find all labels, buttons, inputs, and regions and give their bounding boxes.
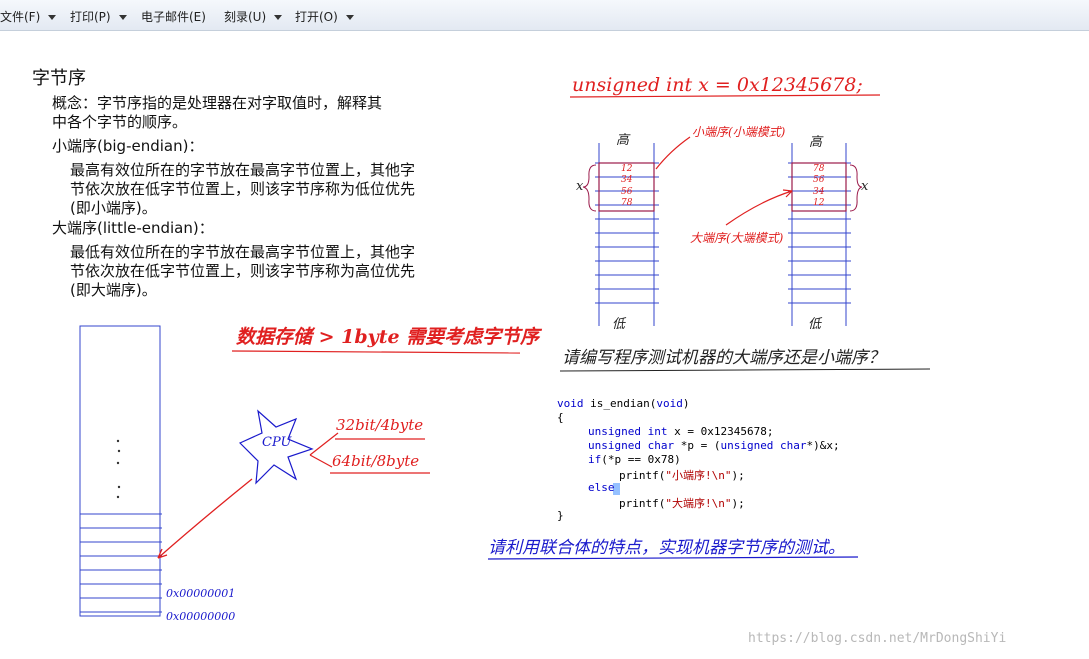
arrow-small-label bbox=[655, 136, 691, 170]
brace-left bbox=[582, 164, 597, 212]
code-line-2: { bbox=[557, 411, 564, 424]
ink-left-cell-2: 56 bbox=[621, 187, 633, 197]
ink-question: 请编写程序测试机器的大端序还是小端序？ bbox=[562, 348, 885, 368]
ink-32bit: 32bit/4byte bbox=[336, 416, 424, 434]
menu-email[interactable]: 电子邮件(E) bbox=[141, 8, 206, 25]
slide-canvas: 字节序 概念：字节序指的是处理器在对字取值时，解释其 中各个字节的顺序。 小端序… bbox=[0, 31, 1089, 659]
chevron-down-icon bbox=[118, 15, 127, 20]
ink-right-cell-2: 34 bbox=[813, 187, 825, 197]
ink-union-note: 请利用联合体的特点，实现机器字节序的测试。 bbox=[488, 538, 845, 558]
ink-top-declaration: unsigned int x = 0x12345678; bbox=[572, 74, 863, 96]
cpu-arrow bbox=[157, 478, 253, 559]
code-line-9: } bbox=[557, 509, 564, 522]
ink-left-cell-1: 34 bbox=[621, 175, 633, 185]
ink-cpu-label: CPU bbox=[262, 435, 292, 450]
code-line-7: else bbox=[588, 481, 615, 494]
ellipsis-dots bbox=[116, 439, 121, 499]
ink-right-cell-1: 56 bbox=[813, 175, 825, 185]
ink-x-left: x bbox=[576, 179, 584, 194]
menu-burn[interactable]: 刻录(U) bbox=[224, 8, 283, 25]
chevron-down-icon bbox=[345, 15, 354, 20]
ink-x-right: x bbox=[861, 179, 869, 194]
menu-print[interactable]: 打印(P) bbox=[70, 8, 127, 25]
memory-column-left bbox=[79, 325, 162, 617]
arrow-big-label bbox=[725, 190, 793, 226]
ink-high-right: 高 bbox=[809, 135, 823, 150]
ink-left-cell-0: 12 bbox=[621, 164, 633, 174]
code-line-1: void is_endian(void) bbox=[557, 397, 690, 410]
chevron-down-icon bbox=[48, 15, 57, 20]
ink-data-storage-note: 数据存储 > 1byte 需要考虑字节序 bbox=[236, 326, 540, 348]
code-line-3: unsigned int x = 0x12345678; bbox=[588, 425, 774, 438]
code-line-8: printf("大端序!\n"); bbox=[619, 497, 745, 510]
menu-open[interactable]: 打开(O) bbox=[295, 8, 354, 25]
ink-low-left: 低 bbox=[612, 317, 626, 332]
watermark: https://blog.csdn.net/MrDongShiYi bbox=[748, 631, 1007, 646]
ink-high-left: 高 bbox=[616, 133, 630, 148]
ink-left-cell-3: 78 bbox=[621, 198, 633, 208]
ink-addr-0: 0x00000000 bbox=[166, 610, 236, 623]
ink-right-cell-0: 78 bbox=[813, 164, 825, 174]
ink-64bit: 64bit/8byte bbox=[332, 452, 420, 470]
ink-addr-1: 0x00000001 bbox=[166, 587, 236, 600]
chevron-down-icon bbox=[274, 15, 283, 20]
ink-label-small-mode: 小端序(小端模式) bbox=[692, 125, 786, 139]
ink-right-cell-3: 12 bbox=[813, 198, 825, 208]
code-line-6: printf("小端序!\n"); bbox=[619, 469, 745, 482]
menu-file[interactable]: 文件(F) bbox=[0, 8, 57, 25]
code-line-5: if(*p == 0x78) bbox=[588, 453, 681, 466]
ink-low-right: 低 bbox=[808, 317, 822, 332]
ink-drawing-layer bbox=[79, 94, 931, 617]
code-line-4: unsigned char *p = (unsigned char*)&x; bbox=[588, 439, 840, 452]
menu-bar: 文件(F) 打印(P) 电子邮件(E) 刻录(U) 打开(O) bbox=[0, 0, 1089, 31]
ink-label-big-mode: 大端序(大端模式) bbox=[690, 231, 784, 245]
